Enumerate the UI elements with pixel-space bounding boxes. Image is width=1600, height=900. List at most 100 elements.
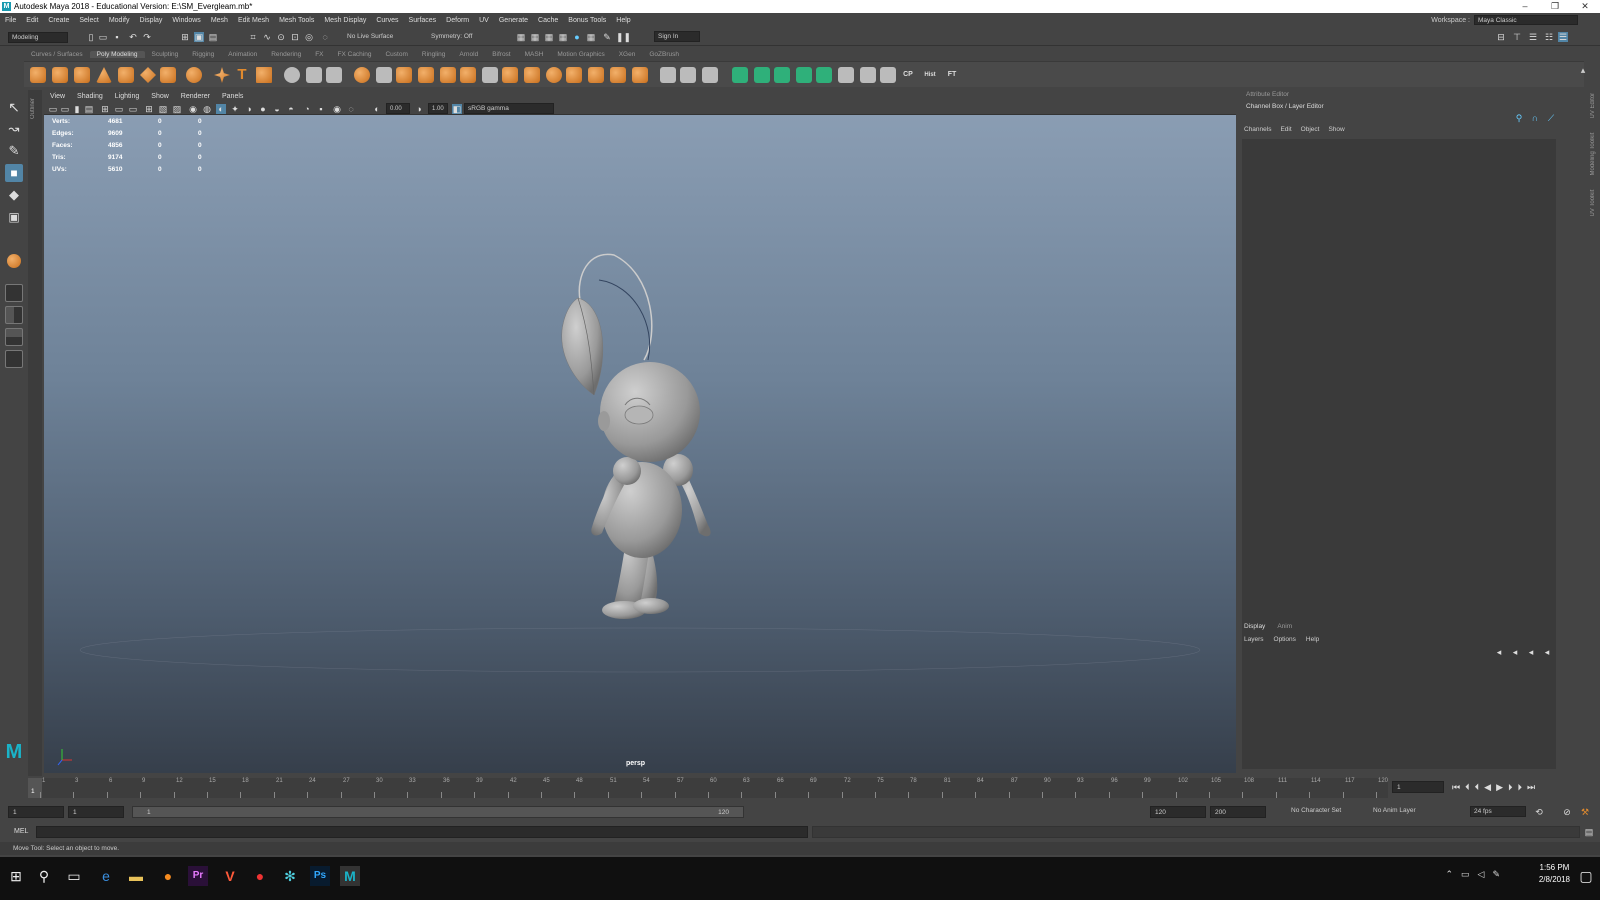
menu-item-mesh-display[interactable]: Mesh Display [319,17,371,24]
viewport-menu-renderer[interactable]: Renderer [175,93,216,100]
minimize-icon[interactable]: – [1510,0,1540,13]
menu-item-mesh-tools[interactable]: Mesh Tools [274,17,319,24]
shelf-tab-motion-graphics[interactable]: Motion Graphics [550,51,611,58]
select-hierarchy-icon[interactable]: ⊞ [180,32,190,42]
settings-icon[interactable]: ✻ [280,866,300,886]
file-explorer-icon[interactable]: ▬ [126,866,146,886]
undo-icon[interactable]: ↶ [128,32,138,42]
menu-item-generate[interactable]: Generate [494,17,533,24]
four-pane-layout-icon[interactable] [5,306,23,324]
channel-menu-show[interactable]: Show [1328,126,1344,133]
windows-start-icon[interactable]: ⊞ [6,866,26,886]
layer-tab-display[interactable]: Display [1244,623,1265,630]
open-scene-icon[interactable]: ▭ [98,32,108,42]
shelf-tab-mash[interactable]: MASH [518,51,551,58]
shelf-tab-rigging[interactable]: Rigging [185,51,221,58]
image-plane-icon[interactable]: ▤ [84,104,94,114]
lights-icon[interactable]: ✦ [230,104,240,114]
go-to-end-icon[interactable]: ⏭ [1527,782,1535,793]
layer-menu-layers[interactable]: Layers [1244,636,1264,643]
snap-curve-icon[interactable]: ∿ [262,32,272,42]
new-layer-selected-icon[interactable]: ◂ [1542,647,1552,657]
range-slider-bar[interactable]: 1 120 [132,806,744,818]
system-clock[interactable]: 1:56 PM 2/8/2018 [1539,862,1570,886]
viewport-menu-panels[interactable]: Panels [216,93,249,100]
arnold-render-icon[interactable]: ▦ [586,32,596,42]
grid-icon[interactable]: ⊞ [100,104,110,114]
viewport-menu-lighting[interactable]: Lighting [109,93,146,100]
firefox-icon[interactable]: ● [158,866,178,886]
resolution-gate-icon[interactable]: ▭ [128,104,138,114]
menu-item-edit-mesh[interactable]: Edit Mesh [233,17,274,24]
svg-icon[interactable] [256,67,272,83]
layer-move-up-icon[interactable]: ◂ [1494,647,1504,657]
playback-start-field[interactable]: 1 [68,806,124,818]
poly-text-icon[interactable]: T [234,67,250,83]
unfold-uv-icon[interactable] [816,67,832,83]
channel-box-icon[interactable]: ☰ [1558,32,1568,42]
step-forward-frame-icon[interactable]: ⏵ [1508,782,1513,793]
menu-item-uv[interactable]: UV [474,17,494,24]
scale-tool-icon[interactable]: ▣ [5,208,23,226]
edge-browser-icon[interactable]: e [96,866,116,886]
side-tab-modeling-toolkit[interactable]: Modeling Toolkit [1590,133,1596,176]
layout-icon[interactable]: ⊟ [1496,32,1506,42]
select-objects-icon[interactable]: ▣ [194,32,204,42]
gamma-field[interactable]: 1.00 [428,103,448,114]
bridge-icon[interactable] [460,67,476,83]
render-frame-icon[interactable]: ▦ [530,32,540,42]
menu-item-cache[interactable]: Cache [533,17,563,24]
bevel-icon[interactable] [524,67,540,83]
superellipse-icon[interactable] [214,67,230,83]
xray-icon[interactable]: ◍ [202,104,212,114]
single-pane-layout-icon[interactable] [5,284,23,302]
view-transform-dropdown[interactable]: sRGB gamma [464,103,554,114]
poly-plane-icon[interactable] [140,67,156,83]
shelf-tab-sculpting[interactable]: Sculpting [145,51,186,58]
ambient-occlusion-icon[interactable]: ● [258,104,268,114]
hud-icon[interactable]: ▪ [316,104,326,114]
step-back-key-icon[interactable]: ⏴ [1465,782,1470,793]
attribute-editor-tab[interactable]: Attribute Editor [1246,91,1289,98]
character-set-dropdown[interactable]: No Character Set [1288,806,1370,817]
combine-icon[interactable] [354,67,370,83]
separate-icon[interactable] [376,67,392,83]
select-components-icon[interactable]: ▤ [208,32,218,42]
script-editor-icon[interactable]: ▤ [1584,827,1594,837]
stereo-icon[interactable]: ◌ [346,104,356,114]
cp-shelf-button[interactable]: CP [900,67,916,83]
channel-menu-object[interactable]: Object [1301,126,1320,133]
channel-lock-icon[interactable]: ∩ [1530,113,1540,123]
cut-uv-icon[interactable] [860,67,876,83]
save-scene-icon[interactable]: ▪ [112,32,122,42]
ipr-render-icon[interactable]: ▦ [544,32,554,42]
chamfer-icon[interactable] [610,67,626,83]
mel-label[interactable]: MEL [14,828,28,835]
menu-item-windows[interactable]: Windows [167,17,205,24]
time-ruler[interactable]: 1 1 3 6 9 12 15 18 21 24 27 30 33 36 39 42 45 48 51 54 57 60… [28,778,1388,798]
maya-taskbar-icon[interactable]: M [340,866,360,886]
menu-item-bonus-tools[interactable]: Bonus Tools [563,17,611,24]
redo-icon[interactable]: ↷ [142,32,152,42]
measure-tool-icon[interactable] [284,67,300,83]
anim-layer-dropdown[interactable]: No Anim Layer [1370,806,1442,817]
textured-icon[interactable]: ◐ [216,104,226,114]
platonic-solid-icon[interactable] [186,67,202,83]
poly-cone-icon[interactable] [96,67,112,83]
snap-grid-icon[interactable]: ⌗ [248,32,258,42]
task-view-icon[interactable]: ▭ [64,866,84,886]
tool-settings-icon[interactable]: ☷ [1544,32,1554,42]
last-tool-icon[interactable] [7,254,21,268]
shelf-tab-bifrost[interactable]: Bifrost [485,51,517,58]
notifications-icon[interactable]: ▢ [1576,866,1596,886]
shelf-tab-ringling[interactable]: Ringling [415,51,453,58]
sew-uv-icon[interactable] [880,67,896,83]
bookmark-icon[interactable]: ▮ [72,104,82,114]
hypershade-icon[interactable]: ● [572,32,582,42]
boolean-icon[interactable] [396,67,412,83]
multi-cut-icon[interactable] [660,67,676,83]
select-tool-icon[interactable]: ↖ [5,98,23,116]
channel-menu-edit[interactable]: Edit [1280,126,1291,133]
poly-cylinder-icon[interactable] [74,67,90,83]
new-layer-icon[interactable]: ◂ [1526,647,1536,657]
